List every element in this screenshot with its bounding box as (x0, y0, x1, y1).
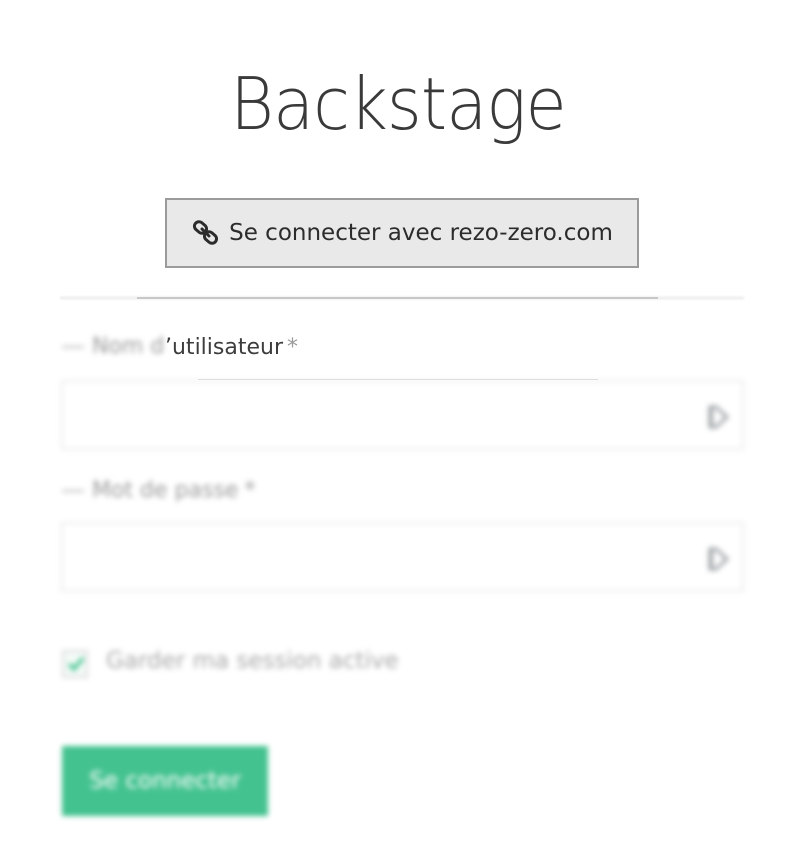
page-title: Backstage (230, 62, 567, 146)
username-label-text: ’utilisateur (165, 335, 283, 360)
password-field[interactable] (61, 522, 744, 592)
username-field[interactable] (61, 380, 744, 450)
submit-button[interactable]: Se connecter (62, 746, 268, 816)
oauth-login-label: Se connecter avec rezo-zero.com (229, 220, 613, 246)
remember-label[interactable]: Garder ma session active (106, 648, 399, 674)
password-label: Mot de passe * (62, 478, 255, 503)
submit-label: Se connecter (89, 768, 241, 794)
username-input[interactable] (63, 382, 742, 448)
password-label-text: Mot de passe (92, 478, 239, 503)
username-label: ’utilisateur * (165, 334, 298, 362)
divider-line (137, 297, 658, 299)
oauth-login-button[interactable]: Se connecter avec rezo-zero.com (165, 198, 639, 268)
login-page: Backstage Se connecter avec rezo-zero.co… (0, 0, 804, 848)
remember-checkbox[interactable] (62, 650, 88, 678)
checkmark-icon (67, 656, 85, 672)
username-label-prefix: Nom d (92, 334, 165, 359)
login-icon (706, 404, 730, 430)
label-dash (62, 345, 84, 348)
link-icon (191, 218, 221, 248)
login-icon (706, 546, 730, 572)
label-dash (62, 489, 84, 492)
required-mark: * (244, 478, 256, 503)
username-label-blurred: Nom d (62, 334, 164, 359)
required-mark: * (287, 335, 298, 360)
password-input[interactable] (63, 524, 742, 590)
